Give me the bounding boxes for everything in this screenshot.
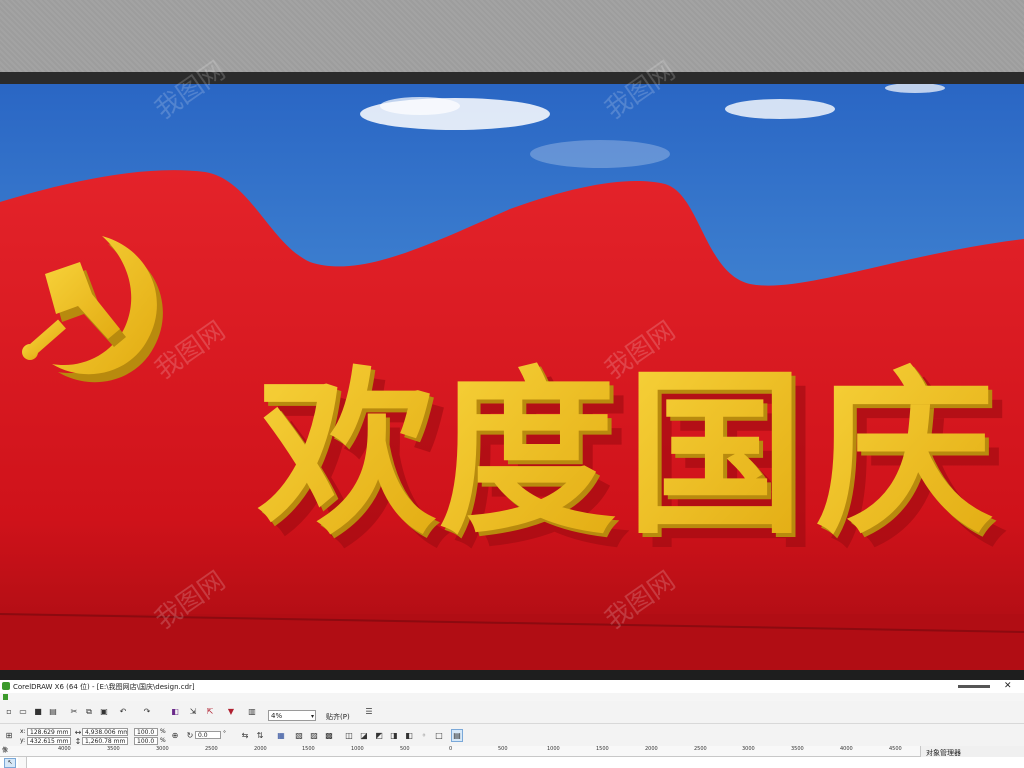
snap-to-menu[interactable]: 贴齐(P): [326, 712, 350, 722]
publish-pdf-icon[interactable]: ▼: [226, 706, 236, 717]
headline-char: 欢: [257, 351, 437, 558]
cloud: [725, 99, 835, 119]
weld-icon[interactable]: ◫: [344, 730, 354, 741]
coreldraw-logo-icon: [2, 682, 10, 690]
save-icon[interactable]: ■: [33, 706, 43, 717]
new-document-icon[interactable]: ▫: [4, 706, 14, 717]
scale-x-field[interactable]: 100.0: [134, 728, 158, 736]
ruler-tick-label: 1500: [596, 746, 609, 752]
percent-label: %: [160, 728, 166, 735]
pick-tool-icon[interactable]: ↖: [4, 758, 16, 768]
standard-toolbar: ▫ ▭ ■ ▤ ✂ ⧉ ▣ ↶ ↷ ◧ ⇲ ⇱ ▼ ▥ 4% ▾ 贴齐(P) ☰: [0, 701, 1024, 724]
scale-y-field[interactable]: 100.0: [134, 737, 158, 745]
cut-icon[interactable]: ✂: [69, 706, 79, 717]
ruler-tick-label: 3500: [791, 746, 804, 752]
headline-char: 国: [626, 351, 804, 558]
ungroup-icon[interactable]: ▧: [294, 730, 304, 741]
cloud: [530, 140, 670, 168]
ruler-tick-label: 500: [498, 746, 508, 752]
horizontal-ruler: 像 4000 3500 3000 2500 2000 1500 1000 500 0 500 100…: [0, 746, 1024, 757]
cloud: [380, 97, 460, 115]
screenshot: 欢 度 国 庆 欢 度 国 庆 欢 度 国 庆 我图网 我图网 我图网 我图网 …: [0, 0, 1024, 768]
combine-icon[interactable]: ▩: [324, 730, 334, 741]
preview-frame-top: [0, 72, 1024, 84]
ruler-tick-label: 3000: [156, 746, 169, 752]
export-icon[interactable]: ⇱: [205, 706, 215, 717]
zoom-level-select[interactable]: 4% ▾: [268, 710, 316, 721]
x-label: x:: [20, 728, 26, 735]
object-origin-icon[interactable]: ⊞: [4, 730, 14, 741]
back-minus-front-icon[interactable]: ◦: [419, 730, 429, 741]
ruler-tick-label: 1000: [351, 746, 364, 752]
undo-icon[interactable]: ↶: [118, 706, 128, 717]
degree-label: °: [223, 730, 226, 737]
minimize-button[interactable]: [958, 685, 990, 688]
height-field[interactable]: 1,260.78 mm: [82, 737, 128, 745]
copy-icon[interactable]: ⧉: [84, 706, 94, 717]
vertical-ruler: [18, 757, 27, 768]
title-bar: CorelDRAW X6 (64 位) - [E:\我图网店\国庆\design…: [0, 680, 1024, 694]
menu-bar: [0, 693, 1024, 701]
paste-icon[interactable]: ▣: [99, 706, 109, 717]
import-icon[interactable]: ⇲: [188, 706, 198, 717]
front-minus-back-icon[interactable]: ◧: [404, 730, 414, 741]
ruler-tick-label: 2000: [254, 746, 267, 752]
ruler-tick-label: 3000: [742, 746, 755, 752]
intersect-icon[interactable]: ◩: [374, 730, 384, 741]
group-icon[interactable]: ▦: [276, 730, 286, 741]
close-icon[interactable]: ✕: [1004, 681, 1012, 691]
ruler-tick-label: 4000: [840, 746, 853, 752]
mirror-vertical-icon[interactable]: ⇅: [255, 730, 265, 741]
headline-group: 欢 度 国 庆 欢 度 国 庆 欢 度 国 庆: [257, 351, 1008, 572]
preview-frame-bottom: [0, 670, 1024, 680]
print-icon[interactable]: ▤: [48, 706, 58, 717]
options-icon[interactable]: ☰: [364, 706, 374, 717]
redo-icon[interactable]: ↷: [142, 706, 152, 717]
ruler-units: 像: [2, 747, 9, 754]
ruler-tick-label: 3500: [107, 746, 120, 752]
artwork-preview: 欢 度 国 庆 欢 度 国 庆 欢 度 国 庆: [0, 84, 1024, 670]
open-folder-icon[interactable]: ▭: [18, 706, 28, 717]
trim-icon[interactable]: ◪: [359, 730, 369, 741]
x-position-field[interactable]: 128.629 mm: [27, 728, 71, 736]
application-launcher-icon[interactable]: ▥: [247, 706, 257, 717]
align-distribute-icon[interactable]: ▤: [451, 729, 463, 742]
y-label: y:: [20, 737, 26, 744]
ungroup-all-icon[interactable]: ▨: [309, 730, 319, 741]
simplify-icon[interactable]: ◨: [389, 730, 399, 741]
ruler-ticks: 4000 3500 3000 2500 2000 1500 1000 500 0 500 1000 1…: [30, 746, 920, 756]
banner-artwork: 欢 度 国 庆 欢 度 国 庆 欢 度 国 庆: [0, 84, 1024, 670]
lock-ratio-icon[interactable]: ⊕: [170, 730, 180, 741]
width-field[interactable]: 4,938.006 mm: [82, 728, 128, 736]
headline-char: 庆: [816, 351, 994, 558]
ruler-tick-label: 2500: [694, 746, 707, 752]
create-boundary-icon[interactable]: □: [434, 730, 444, 741]
percent-label: %: [160, 737, 166, 744]
zoom-level-value: 4%: [271, 712, 283, 720]
window-title: CorelDRAW X6 (64 位) - [E:\我图网店\国庆\design…: [13, 683, 195, 691]
ruler-tick-label: 4000: [58, 746, 71, 752]
ruler-tick-label: 0: [449, 746, 453, 752]
ruler-tick-label: 1500: [302, 746, 315, 752]
mirror-horizontal-icon[interactable]: ⇆: [240, 730, 250, 741]
background-band: [0, 0, 1024, 72]
rotate-icon: ↻: [186, 731, 194, 740]
ruler-tick-label: 500: [400, 746, 410, 752]
ruler-tick-label: 1000: [547, 746, 560, 752]
document-icon: [3, 694, 8, 700]
search-content-icon[interactable]: ◧: [170, 706, 180, 717]
coreldraw-window: CorelDRAW X6 (64 位) - [E:\我图网店\国庆\design…: [0, 680, 1024, 768]
headline-char: 度: [438, 351, 616, 558]
ruler-tick-label: 2000: [645, 746, 658, 752]
property-bar: ⊞ x: 128.629 mm y: 432.615 mm ↔ 4,938.00…: [0, 724, 1024, 747]
rotation-field[interactable]: 0.0: [195, 731, 221, 739]
ruler-tick-label: 2500: [205, 746, 218, 752]
y-position-field[interactable]: 432.615 mm: [27, 737, 71, 745]
ruler-tick-label: 4500: [889, 746, 902, 752]
drawing-canvas[interactable]: ↖: [0, 757, 1024, 768]
chevron-down-icon: ▾: [310, 713, 314, 720]
